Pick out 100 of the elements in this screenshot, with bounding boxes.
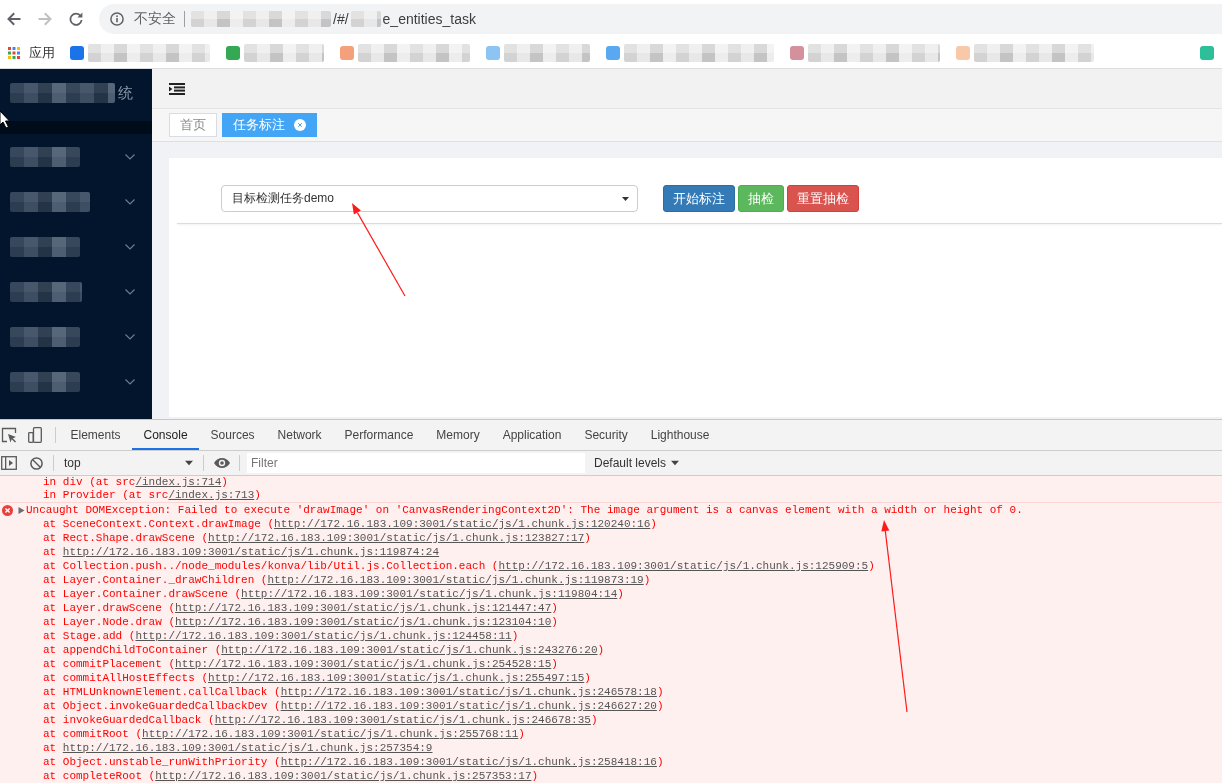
blurred-menu-label[interactable] — [10, 326, 80, 347]
stack-trace-line: at Layer.Container.drawScene (http://172.16.183.109:3001/static/js/1.chunk.js:119804:14) — [43, 587, 624, 601]
stack-trace-line: at commitPlacement (http://172.16.183.109:3001/static/js/1.chunk.js:254528:15) — [43, 657, 558, 671]
source-link[interactable]: http://172.16.183.109:3001/static/js/1.chunk.js:257354:9 — [62, 742, 433, 754]
inspect-element-icon[interactable] — [1, 427, 17, 443]
stack-trace-line: at Rect.Shape.drawScene (http://172.16.183.109:3001/static/js/1.chunk.js:123827:17) — [43, 531, 591, 545]
sidebar-toggle-icon[interactable] — [1, 456, 17, 470]
source-link[interactable]: http://172.16.183.109:3001/static/js/1.chunk.js:246578:18 — [280, 686, 657, 698]
clear-console-icon[interactable] — [30, 456, 43, 470]
stack-trace-line: at SceneContext.Context.drawImage (http://172.16.183.109:3001/static/js/1.chunk.js:120240:16) — [43, 517, 657, 531]
forward-arrow-icon[interactable] — [38, 11, 52, 26]
blurred-menu-label[interactable] — [10, 191, 90, 212]
favicon-icon[interactable] — [226, 45, 240, 60]
blurred-menu-label[interactable] — [10, 281, 82, 302]
mouse-pointer-icon — [0, 110, 10, 129]
source-link[interactable]: http://172.16.183.109:3001/static/js/1.chunk.js:121447:47 — [175, 602, 552, 614]
sidebar-title: 统 — [118, 83, 133, 103]
devtools-tab[interactable]: Performance — [333, 420, 425, 450]
stack-trace-line: at Object.unstable_runWithPriority (http://172.16.183.109:3001/static/js/1.chunk.js:258418:16) — [43, 755, 664, 769]
bookmark-label[interactable]: 应用 — [29, 43, 55, 62]
action-button[interactable]: 开始标注 — [663, 185, 735, 212]
devtools-tab[interactable]: Application — [491, 420, 573, 450]
stack-trace-line: at completeRoot (http://172.16.183.109:3001/static/js/1.chunk.js:257353:17) — [43, 769, 539, 783]
eye-icon[interactable] — [214, 458, 230, 468]
favicon-icon[interactable] — [790, 45, 804, 60]
stack-trace-line: at invokeGuardedCallback (http://172.16.183.109:3001/static/js/1.chunk.js:246678:35) — [43, 713, 598, 727]
stack-trace-line: at http://172.16.183.109:3001/static/js/1.chunk.js:257354:9 — [43, 741, 433, 755]
blurred-bookmark[interactable] — [808, 43, 940, 62]
source-link[interactable]: http://172.16.183.109:3001/static/js/1.chunk.js:257353:17 — [155, 770, 532, 782]
source-link[interactable]: http://172.16.183.109:3001/static/js/1.chunk.js:124458:11 — [135, 630, 512, 642]
menu-toggle-icon[interactable] — [169, 82, 185, 95]
devtools-tab[interactable]: Sources — [199, 420, 267, 450]
error-message: Uncaught DOMException: Failed to execute 'drawImage' on 'CanvasRenderingContext2D': The image argument is a canvas element with a width or height of 0. — [26, 503, 1023, 517]
stack-trace-line: at Collection.push../node_modules/konva/lib/Util.js.Collection.each (http://172.16.183.109:3001/static/js/1.chunk.js:125909:5) — [43, 559, 875, 573]
stack-trace-line: at HTMLUnknownElement.callCallback (http://172.16.183.109:3001/static/js/1.chunk.js:246578:18) — [43, 685, 664, 699]
action-button[interactable]: 重置抽检 — [787, 185, 859, 212]
log-levels-dropdown[interactable]: Default levels — [594, 453, 680, 473]
url-text: e_entities_task — [382, 10, 476, 27]
caret-down-icon[interactable] — [671, 460, 680, 466]
source-link[interactable]: /index.js:713 — [168, 489, 255, 501]
source-link[interactable]: http://172.16.183.109:3001/static/js/1.chunk.js:254528:15 — [175, 658, 552, 670]
chevron-down-icon[interactable] — [125, 243, 135, 250]
url-text: /#/ — [333, 10, 349, 27]
blurred-bookmark[interactable] — [504, 43, 590, 62]
caret-down-icon[interactable] — [185, 460, 193, 466]
devtools-tab[interactable]: Lighthouse — [639, 420, 721, 450]
console-line: in Provider (at src/index.js:713) — [43, 489, 261, 502]
favicon-icon[interactable] — [606, 45, 620, 60]
caret-down-icon[interactable] — [622, 196, 629, 201]
source-link[interactable]: http://172.16.183.109:3001/static/js/1.chunk.js:123104:10 — [175, 616, 552, 628]
source-link[interactable]: http://172.16.183.109:3001/static/js/1.chunk.js:125909:5 — [498, 560, 869, 572]
apps-grid-icon[interactable] — [8, 46, 20, 59]
devtools-tab[interactable]: Security — [572, 420, 640, 450]
devtools-tab[interactable]: Network — [266, 420, 334, 450]
stack-trace-line: at http://172.16.183.109:3001/static/js/1.chunk.js:119874:24 — [43, 545, 440, 559]
back-arrow-icon[interactable] — [7, 11, 21, 26]
source-link[interactable]: http://172.16.183.109:3001/static/js/1.chunk.js:119873:19 — [267, 574, 644, 586]
favicon-icon[interactable] — [486, 45, 500, 60]
blurred-menu-label[interactable] — [10, 371, 80, 392]
chevron-down-icon[interactable] — [125, 153, 135, 160]
source-link[interactable]: http://172.16.183.109:3001/static/js/1.chunk.js:255768:11 — [142, 728, 519, 740]
blurred-menu-label[interactable] — [10, 146, 80, 167]
address-bar[interactable]: 不安全 /#/ e_entities_task — [99, 3, 1222, 34]
blurred-bookmark[interactable] — [358, 43, 470, 62]
blurred-menu-label[interactable] — [10, 236, 80, 257]
task-select[interactable]: 目标检测任务demo — [221, 185, 638, 212]
stack-trace-line: at Layer.Container._drawChildren (http://172.16.183.109:3001/static/js/1.chunk.js:119873:19) — [43, 573, 651, 587]
page-tab[interactable]: 首页 — [169, 113, 217, 137]
context-select[interactable]: top — [59, 453, 199, 473]
chevron-down-icon[interactable] — [125, 333, 135, 340]
stack-trace-line: at commitAllHostEffects (http://172.16.183.109:3001/static/js/1.chunk.js:255497:15) — [43, 671, 591, 685]
devtools-tab[interactable]: Memory — [424, 420, 492, 450]
source-link[interactable]: http://172.16.183.109:3001/static/js/1.chunk.js:123827:17 — [208, 532, 585, 544]
blurred-bookmark[interactable] — [244, 43, 324, 62]
favicon-icon[interactable] — [70, 45, 84, 60]
devtools-tab[interactable]: Elements — [59, 420, 133, 450]
close-icon[interactable] — [294, 119, 306, 131]
info-icon[interactable] — [110, 11, 124, 26]
blurred-bookmark[interactable] — [974, 43, 1094, 62]
chevron-down-icon[interactable] — [125, 198, 135, 205]
source-link[interactable]: http://172.16.183.109:3001/static/js/1.chunk.js:246678:35 — [214, 714, 591, 726]
expand-triangle-icon[interactable] — [18, 506, 25, 514]
source-link[interactable]: http://172.16.183.109:3001/static/js/1.chunk.js:255497:15 — [208, 672, 585, 684]
favicon-icon[interactable] — [1200, 45, 1214, 60]
device-toggle-icon[interactable] — [28, 427, 42, 443]
source-link[interactable]: /index.js:714 — [135, 476, 222, 488]
source-link[interactable]: http://172.16.183.109:3001/static/js/1.chunk.js:246627:20 — [280, 700, 657, 712]
filter-input[interactable]: Filter — [247, 453, 585, 473]
stack-trace-line: at Stage.add (http://172.16.183.109:3001/static/js/1.chunk.js:124458:11) — [43, 629, 519, 643]
reload-icon[interactable] — [69, 11, 83, 26]
blurred-bookmark[interactable] — [624, 43, 774, 62]
source-link[interactable]: http://172.16.183.109:3001/static/js/1.chunk.js:243276:20 — [221, 644, 598, 656]
source-link[interactable]: http://172.16.183.109:3001/static/js/1.chunk.js:120240:16 — [274, 518, 651, 530]
source-link[interactable]: http://172.16.183.109:3001/static/js/1.chunk.js:119874:24 — [62, 546, 440, 558]
source-link[interactable]: http://172.16.183.109:3001/static/js/1.chunk.js:258418:16 — [280, 756, 657, 768]
chevron-down-icon[interactable] — [125, 378, 135, 385]
source-link[interactable]: http://172.16.183.109:3001/static/js/1.chunk.js:119804:14 — [241, 588, 618, 600]
stack-trace-line: at Object.invokeGuardedCallbackDev (http://172.16.183.109:3001/static/js/1.chunk.js:246627:20) — [43, 699, 664, 713]
chevron-down-icon[interactable] — [125, 288, 135, 295]
favicon-icon[interactable] — [340, 45, 354, 60]
